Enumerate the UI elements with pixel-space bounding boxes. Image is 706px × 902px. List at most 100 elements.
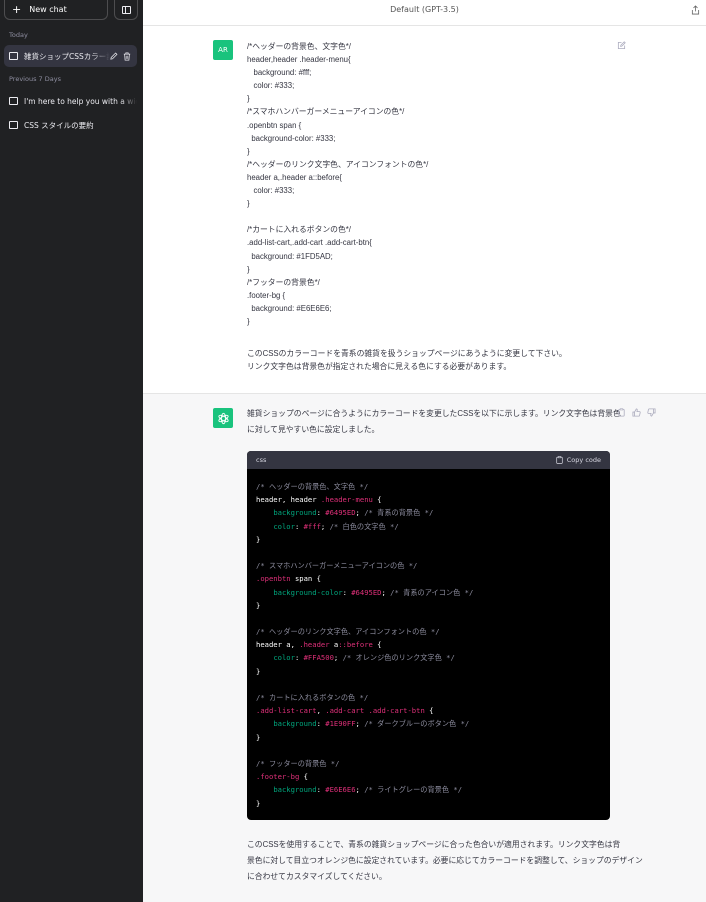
- code-token: /* 青系のアイコン色 */: [390, 587, 474, 597]
- code-token: }: [256, 534, 261, 544]
- code-line: }: [256, 797, 601, 810]
- code-token: /* ダークブルーのボタン色 */: [364, 719, 470, 729]
- chat-item-label: I'm here to help you with a wide range: [24, 96, 137, 106]
- code-line: /* カートに入れるボタンの色 */: [256, 691, 601, 704]
- code-token: #FFA500: [303, 653, 334, 663]
- code-token: }: [256, 732, 261, 742]
- user-code-line: .add-list-cart,.add-cart .add-cart-btn{: [247, 238, 372, 248]
- code-line: /* ヘッダーのリンク文字色、アイコンフォントの色 */: [256, 625, 601, 638]
- thumbs-up-icon[interactable]: [632, 408, 641, 417]
- user-code-line: [247, 210, 607, 223]
- code-line: background: #6495ED; /* 青系の背景色 */: [256, 506, 601, 519]
- assistant-outro-text: このCSSを使用することで、青系の雑貨ショップページに合った色合いが適用されます…: [247, 837, 643, 885]
- code-token: {: [372, 640, 382, 650]
- code-token: ;: [355, 508, 365, 518]
- user-code-line: /*ヘッダーのリンク文字色、アイコンフォントの色*/: [247, 159, 429, 169]
- code-line: }: [256, 599, 601, 612]
- code-token: ;: [333, 653, 343, 663]
- code-token: :: [316, 719, 326, 729]
- chat-bubble-icon: [9, 97, 18, 105]
- code-token: /* オレンジ色のリンク文字色 */: [342, 653, 455, 663]
- user-code-line: color: #333;: [247, 186, 295, 196]
- code-line: .openbtn span {: [256, 572, 601, 585]
- chat-item-label: 雑貨ショップCSSカラー設定: [24, 51, 110, 61]
- code-line: /* スマホハンバーガーメニューアイコンの色 */: [256, 559, 601, 572]
- code-token: #6495ED: [351, 587, 382, 597]
- code-token: /* カートに入れるボタンの色 */: [256, 693, 369, 702]
- new-chat-button[interactable]: + New chat: [4, 0, 108, 20]
- user-code-line: header a,.header a::before{: [247, 172, 342, 182]
- user-code-line: }: [247, 146, 250, 156]
- sidebar-chat-item[interactable]: 雑貨ショップCSSカラー設定: [4, 45, 137, 67]
- code-token: /* ライトグレーの背景色 */: [364, 785, 463, 795]
- share-icon[interactable]: [691, 5, 700, 15]
- thumbs-down-icon[interactable]: [647, 408, 656, 417]
- code-token: color: [273, 521, 295, 531]
- sidebar-toggle-icon: [121, 5, 131, 14]
- user-code-line: /*カートに入れるボタンの色*/: [247, 225, 351, 235]
- section-label-previous-7-days: Previous 7 Days: [9, 75, 61, 83]
- code-line: .footer-bg {: [256, 770, 601, 783]
- code-token: {: [372, 495, 382, 505]
- code-token: :: [316, 785, 326, 795]
- top-bar: Default (GPT-3.5): [143, 0, 706, 26]
- code-token: .add-cart .add-cart-btn: [325, 706, 425, 716]
- outro-line: 景色に対して目立つオレンジ色に設定されています。必要に応じてカラーコードを調整し…: [247, 856, 643, 865]
- chat-bubble-icon: [9, 52, 18, 60]
- user-code-line: color: #333;: [247, 81, 295, 91]
- user-code-line: }: [247, 316, 250, 326]
- code-token: }: [256, 666, 261, 676]
- code-token: ,: [316, 706, 326, 716]
- code-language-label: css: [256, 456, 267, 464]
- code-line: /* ヘッダーの背景色、文字色 */: [256, 480, 601, 493]
- code-token: .header: [299, 640, 330, 650]
- code-token: #6495ED: [325, 508, 356, 518]
- code-token: :: [316, 508, 326, 518]
- code-line: background-color: #6495ED; /* 青系のアイコン色 *…: [256, 586, 601, 599]
- sidebar-chat-item[interactable]: I'm here to help you with a wide range: [4, 90, 137, 112]
- code-token: /* フッターの背景色 */: [256, 758, 340, 768]
- sidebar: + New chat Today 雑貨ショップCSSカラー設定 Previous…: [0, 0, 143, 902]
- chat-item-label: CSS スタイルの要約: [24, 120, 94, 130]
- outro-line: に合わせてカスタマイズしてください。: [247, 872, 387, 881]
- code-line: background: #E6E6E6; /* ライトグレーの背景色 */: [256, 783, 601, 796]
- user-message-code: /*ヘッダーの背景色、文字色*/ header,header .header-me…: [247, 40, 607, 328]
- code-line: color: #fff; /* 白色の文字色 */: [256, 520, 601, 533]
- sidebar-toggle-button[interactable]: [114, 0, 138, 20]
- edit-icon[interactable]: [617, 41, 626, 50]
- user-message: AR /*ヘッダーの背景色、文字色*/ header,header .header…: [143, 26, 706, 394]
- user-code-line: }: [247, 264, 250, 274]
- code-content: /* ヘッダーの背景色、文字色 */ header, header .header…: [247, 469, 610, 810]
- copy-icon[interactable]: [617, 408, 626, 417]
- code-line: background: #1E90FF; /* ダークブルーのボタン色 */: [256, 717, 601, 730]
- code-token: /* 白色の文字色 */: [329, 521, 399, 531]
- code-line: header, header .header-menu {: [256, 493, 601, 506]
- outro-line: このCSSを使用することで、青系の雑貨ショップページに合った色合いが適用されます…: [247, 840, 621, 849]
- trash-icon[interactable]: [123, 52, 131, 61]
- code-token: ;: [355, 719, 365, 729]
- code-token: background: [273, 785, 317, 795]
- code-token: /* ヘッダーのリンク文字色、アイコンフォントの色 */: [256, 627, 440, 637]
- pencil-icon[interactable]: [110, 52, 118, 60]
- code-token: header a,: [256, 640, 300, 650]
- user-request-line: リンク文字色は背景色が指定された場合に見える色にする必要があります。: [247, 362, 512, 371]
- model-title: Default (GPT-3.5): [390, 5, 459, 14]
- copy-code-label: Copy code: [566, 456, 601, 464]
- code-token: ;: [320, 521, 330, 531]
- code-token: background: [273, 719, 317, 729]
- user-code-line: background-color: #333;: [247, 133, 336, 143]
- assistant-message: 雑貨ショップのページに合うようにカラーコードを変更したCSSを以下に示します。リ…: [143, 394, 706, 902]
- plus-icon: +: [12, 3, 22, 16]
- copy-code-button[interactable]: Copy code: [556, 456, 601, 464]
- code-token: #1E90FF: [325, 719, 356, 729]
- user-code-line: .openbtn span {: [247, 120, 302, 130]
- sidebar-chat-item[interactable]: CSS スタイルの要約: [4, 114, 137, 136]
- code-token: :: [294, 521, 304, 531]
- chat-bubble-icon: [9, 121, 18, 129]
